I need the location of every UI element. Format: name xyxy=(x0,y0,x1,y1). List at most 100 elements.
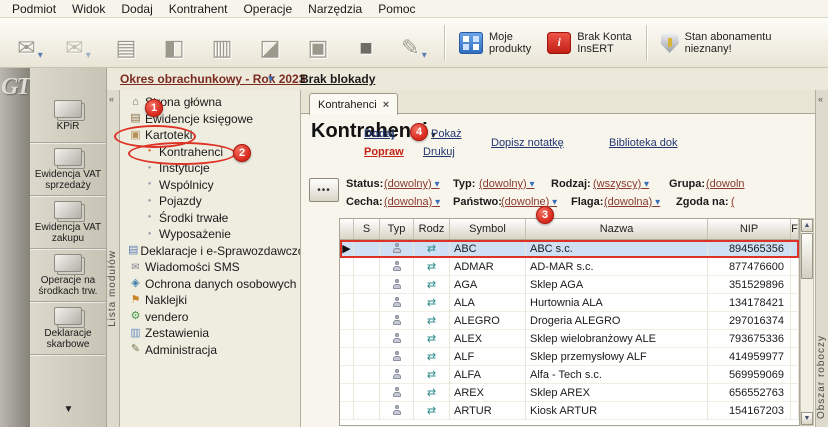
send-message-button[interactable] xyxy=(6,21,54,65)
cell-s xyxy=(354,312,380,330)
menu-item-dodaj[interactable]: Dodaj xyxy=(113,2,160,16)
tree-item-pojazdy[interactable]: Pojazdy xyxy=(120,193,300,210)
subscription-status[interactable]: Stan abonamentu nieznany! xyxy=(653,31,780,55)
column-header-s[interactable]: S xyxy=(354,219,380,239)
data-cube-button[interactable] xyxy=(342,21,390,65)
tree-item-srodki-trwale[interactable]: Środki trwałe xyxy=(120,210,300,227)
tree-item-wspolnicy[interactable]: Wspólnicy xyxy=(120,177,300,194)
collapse-icon[interactable]: « xyxy=(109,94,114,104)
transfer-icon: ⇄ xyxy=(414,276,450,294)
menu-item-widok[interactable]: Widok xyxy=(64,2,113,16)
tree-item-zestawienia[interactable]: Zestawienia xyxy=(120,325,300,342)
person-icon xyxy=(391,351,402,362)
close-icon[interactable]: × xyxy=(383,99,389,110)
column-header-typ[interactable]: Typ xyxy=(380,219,414,239)
table-row-alfa[interactable]: ⇄ ALFA Alfa - Tech s.c. 569959069 xyxy=(340,366,799,384)
column-header-nazwa[interactable]: Nazwa xyxy=(526,219,708,239)
toolbar-separator xyxy=(444,24,445,61)
filter-status-value[interactable]: (dowolny) xyxy=(384,178,440,190)
action-drukuj[interactable]: Drukuj xyxy=(423,146,455,158)
tree-item-deklaracje[interactable]: Deklaracje i e-Sprawozdawczość xyxy=(120,243,316,260)
tree-item-vendero[interactable]: vendero xyxy=(120,309,300,326)
table-row-aga[interactable]: ⇄ AGA Sklep AGA 351529896 xyxy=(340,276,799,294)
column-header-symbol[interactable]: Symbol xyxy=(450,219,526,239)
filter-options-button[interactable]: ••• xyxy=(309,178,339,202)
print-button[interactable] xyxy=(102,21,150,65)
action-popraw[interactable]: Popraw xyxy=(364,146,404,158)
copy-document-button[interactable] xyxy=(150,21,198,65)
share-button[interactable] xyxy=(246,21,294,65)
filter-typ-value[interactable]: (dowolny) xyxy=(479,178,535,190)
table-row-ala[interactable]: ⇄ ALA Hurtownia ALA 134178421 xyxy=(340,294,799,312)
cell-nazwa: Sklep AGA xyxy=(526,276,708,294)
column-header-nip[interactable]: NIP xyxy=(708,219,791,239)
accounting-period-link[interactable]: Okres obrachunkowy - Rok 2023 xyxy=(120,72,305,86)
tools-icon xyxy=(128,344,143,355)
tree-item-instytucje[interactable]: Instytucje xyxy=(120,160,300,177)
cell-selector xyxy=(340,348,354,366)
filter-flaga-label: Flaga: xyxy=(571,196,604,208)
action-dodaj[interactable]: Dodaj xyxy=(364,128,395,140)
column-header-flaga[interactable]: F xyxy=(791,219,799,239)
filter-zgoda-value[interactable]: ( xyxy=(731,196,735,208)
email-button[interactable] xyxy=(54,21,102,65)
action-biblioteka-dokumentow[interactable]: Biblioteka dok xyxy=(609,137,678,149)
module-ewidencja-vat-zakupu[interactable]: Ewidencja VAT zakupu xyxy=(30,196,106,249)
column-header-selector[interactable] xyxy=(340,219,354,239)
konto-insert-button[interactable]: i Brak Konta InsERT xyxy=(539,31,639,55)
menu-item-podmiot[interactable]: Podmiot xyxy=(4,2,64,16)
transfer-icon: ⇄ xyxy=(414,384,450,402)
tree-item-wyposazenie[interactable]: Wyposażenie xyxy=(120,226,300,243)
vertical-scrollbar[interactable]: ▲ ▼ xyxy=(800,218,814,426)
filter-grupa-value[interactable]: (dowoln xyxy=(706,178,745,190)
moje-produkty-button[interactable]: Moje produkty xyxy=(451,31,539,55)
tree-item-ochrona-danych[interactable]: Ochrona danych osobowych xyxy=(120,276,300,293)
module-operacje-srodki-trwale[interactable]: Operacje na środkach trw. xyxy=(30,249,106,302)
table-row-artur[interactable]: ⇄ ARTUR Kiosk ARTUR 154167203 xyxy=(340,402,799,420)
scroll-down-button[interactable]: ▼ xyxy=(801,412,813,425)
cell-nip: 134178421 xyxy=(708,294,791,312)
scrollbar-thumb[interactable] xyxy=(801,233,813,279)
menu-item-pomoc[interactable]: Pomoc xyxy=(370,2,423,16)
filter-flaga-value[interactable]: (dowolna) xyxy=(604,196,660,208)
menu-item-operacje[interactable]: Operacje xyxy=(235,2,300,16)
module-kpir[interactable]: KPiR xyxy=(30,90,106,143)
tree-item-naklejki[interactable]: Naklejki xyxy=(120,292,300,309)
collapse-icon[interactable]: « xyxy=(818,94,823,104)
documents-button[interactable] xyxy=(198,21,246,65)
filter-rodzaj-value[interactable]: (wszyscy) xyxy=(593,178,649,190)
lock-status-link[interactable]: Brak blokady xyxy=(300,72,375,86)
navigation-tree: Strona główna Ewidencje księgowe Kartote… xyxy=(120,90,316,427)
table-row-arex[interactable]: ⇄ AREX Sklep AREX 656552763 xyxy=(340,384,799,402)
table-row-alf[interactable]: ⇄ ALF Sklep przemysłowy ALF 414959977 xyxy=(340,348,799,366)
tree-item-administracja[interactable]: Administracja xyxy=(120,342,300,359)
tree-item-kartoteki[interactable]: Kartoteki xyxy=(120,127,300,144)
module-ewidencja-vat-sprzedazy[interactable]: Ewidencja VAT sprzedaży xyxy=(30,143,106,196)
action-dopisz-notatke[interactable]: Dopisz notatkę xyxy=(491,137,564,149)
tools-button[interactable] xyxy=(390,21,438,65)
table-row-admar[interactable]: ⇄ ADMAR AD-MAR s.c. 877476600 xyxy=(340,258,799,276)
scroll-up-button[interactable]: ▲ xyxy=(801,219,813,232)
person-icon xyxy=(391,333,402,344)
dropdown-icon[interactable]: ▾ xyxy=(268,72,274,85)
action-pokaz[interactable]: Pokaż xyxy=(431,128,462,140)
table-row-alegro[interactable]: ⇄ ALEGRO Drogeria ALEGRO 297016374 xyxy=(340,312,799,330)
tab-bar: Kontrahenci × xyxy=(301,90,815,115)
archive-button[interactable] xyxy=(294,21,342,65)
modules-more-button[interactable]: ▼ xyxy=(30,404,107,415)
tree-item-wiadomosci-sms[interactable]: Wiadomości SMS xyxy=(120,259,300,276)
transfer-icon: ⇄ xyxy=(414,330,450,348)
tab-kontrahenci[interactable]: Kontrahenci × xyxy=(309,93,399,115)
column-header-rodz[interactable]: Rodz xyxy=(414,219,450,239)
module-label: Deklaracje skarbowe xyxy=(44,327,92,350)
workspace-vertical-label: Obszar roboczy xyxy=(816,335,827,420)
table-row-alex[interactable]: ⇄ ALEX Sklep wielobranżowy ALE 793675336 xyxy=(340,330,799,348)
filter-cecha-value[interactable]: (dowolna) xyxy=(384,196,440,208)
table-row-abc[interactable]: ▶ ⇄ ABC ABC s.c. 894565356 xyxy=(340,240,799,258)
module-deklaracje-skarbowe[interactable]: Deklaracje skarbowe xyxy=(30,302,106,355)
module-icon xyxy=(54,200,82,219)
tree-item-kontrahenci[interactable]: Kontrahenci xyxy=(120,144,300,161)
menu-item-narzedzia[interactable]: Narzędzia xyxy=(300,2,370,16)
contractors-table: S Typ Rodz Symbol Nazwa NIP F ▶ ⇄ ABC AB… xyxy=(339,218,800,426)
menu-item-kontrahent[interactable]: Kontrahent xyxy=(161,2,236,16)
